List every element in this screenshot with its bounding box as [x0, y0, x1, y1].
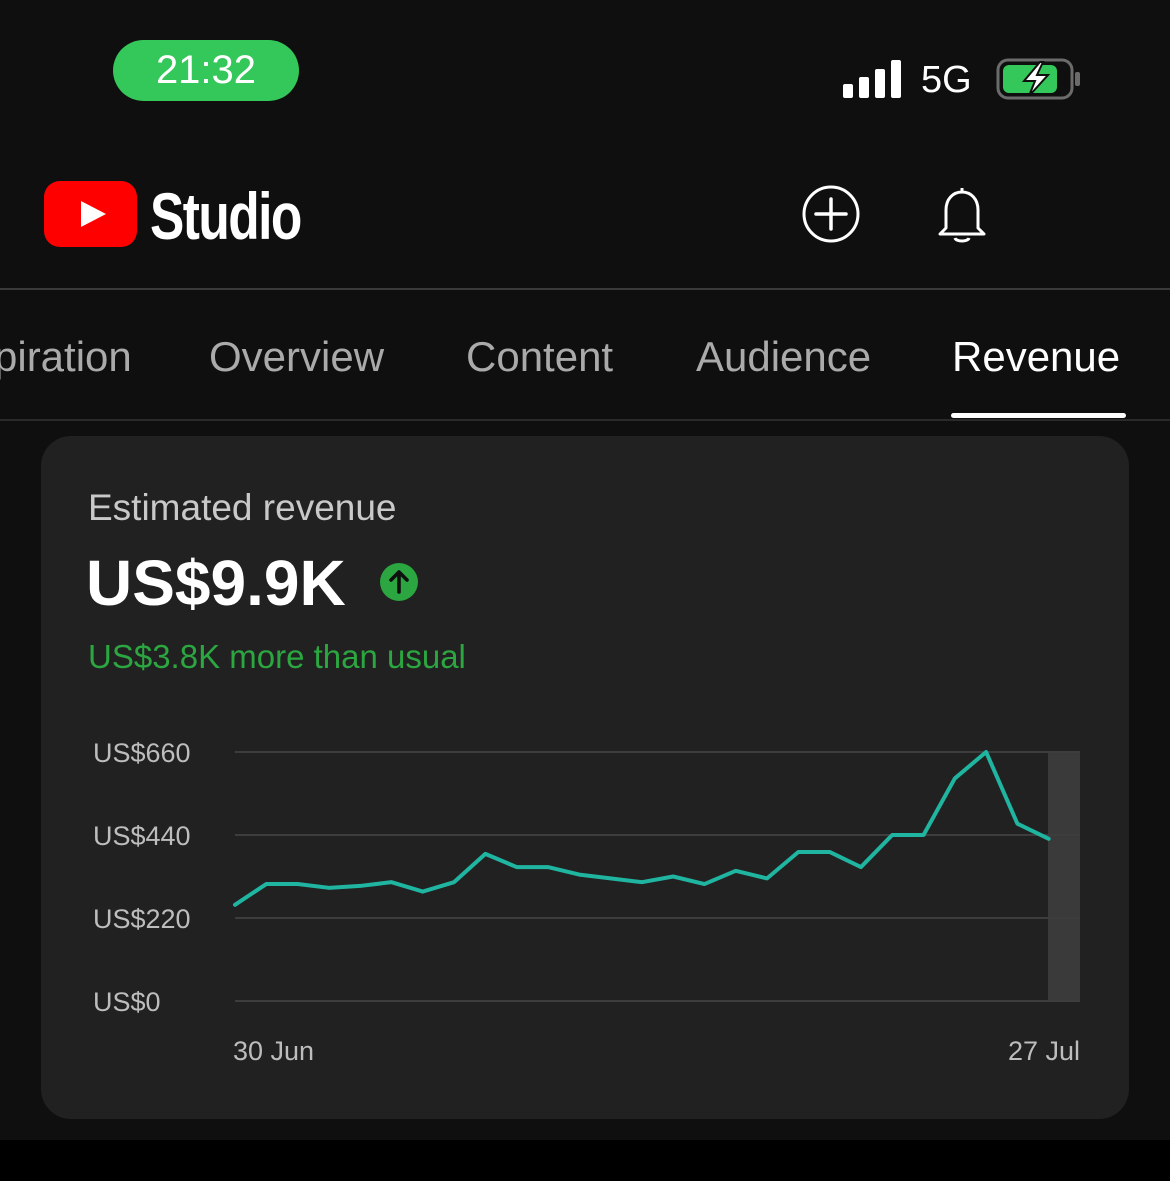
- bell-icon: [938, 188, 986, 243]
- tab-overview[interactable]: Overview: [209, 330, 384, 384]
- signal-bars-icon: [843, 60, 901, 98]
- revenue-line-chart[interactable]: US$660 US$440 US$220 US$0 30 Jun 27 Jul: [41, 720, 1129, 1090]
- tab-audience[interactable]: Audience: [696, 330, 871, 384]
- app-title: Studio: [150, 179, 302, 253]
- card-title: Estimated revenue: [88, 487, 397, 528]
- header-divider: [0, 288, 1170, 290]
- notifications-button[interactable]: [934, 184, 990, 244]
- revenue-series-line: [233, 750, 1051, 907]
- revenue-value: US$9.9K: [86, 547, 346, 619]
- create-button[interactable]: [801, 184, 861, 244]
- tabs-divider: [0, 419, 1170, 421]
- status-time-pill: 21:32: [113, 40, 299, 101]
- tab-inspiration[interactable]: piration: [0, 330, 132, 384]
- x-tick-label: 27 Jul: [1008, 1036, 1080, 1066]
- x-tick-label: 30 Jun: [233, 1036, 314, 1066]
- y-tick-label: US$0: [93, 987, 161, 1017]
- arrow-up-circle-icon: [380, 563, 418, 601]
- comparison-text: US$3.8K more than usual: [88, 638, 466, 675]
- tab-content[interactable]: Content: [466, 330, 613, 384]
- y-tick-label: US$440: [93, 821, 191, 851]
- add-circle-icon: [802, 185, 860, 243]
- y-tick-label: US$220: [93, 904, 191, 934]
- tab-revenue[interactable]: Revenue: [952, 330, 1120, 384]
- app-screen: 21:32 5G Studio piration Overview Conten…: [0, 0, 1170, 1140]
- active-tab-indicator: [951, 413, 1126, 418]
- y-tick-label: US$660: [93, 738, 191, 768]
- bottom-bar: [0, 1140, 1170, 1181]
- youtube-logo-icon[interactable]: [44, 181, 137, 247]
- battery-charging-icon: [996, 58, 1080, 100]
- network-type-label: 5G: [921, 59, 972, 101]
- current-period-highlight: [1048, 752, 1080, 1001]
